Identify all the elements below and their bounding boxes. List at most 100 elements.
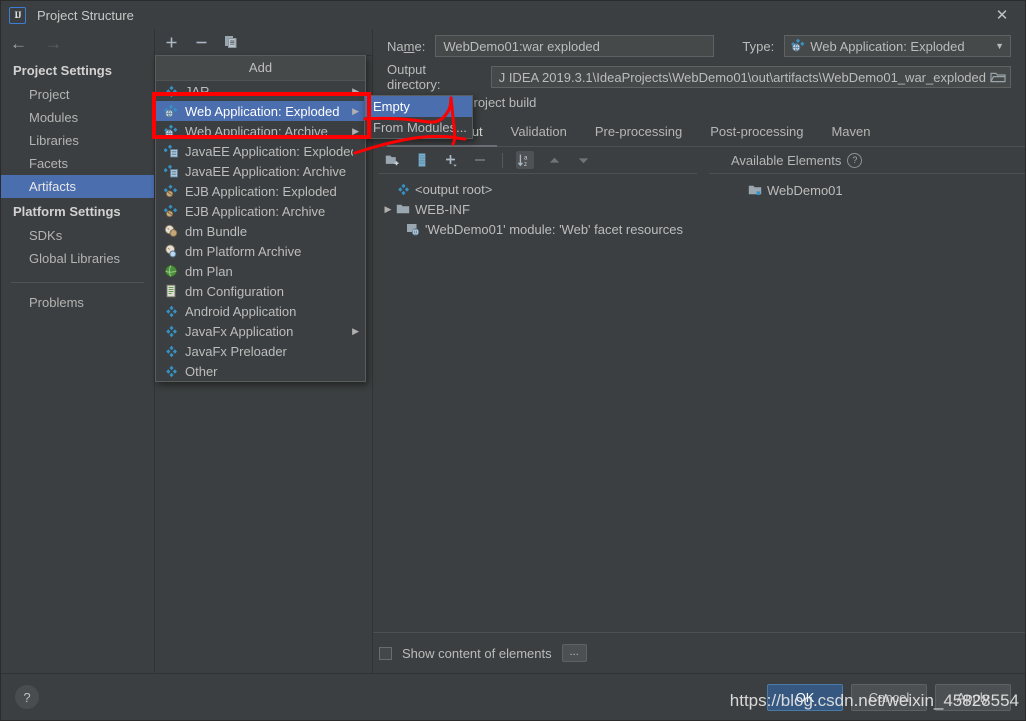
menu-item-label: dm Plan — [185, 263, 233, 279]
sidebar-item-global-libraries[interactable]: Global Libraries — [1, 247, 154, 270]
artifact-toolbar — [155, 29, 372, 56]
menu-item-jar[interactable]: JAR ▶ — [156, 81, 365, 101]
tree-row[interactable]: <output root> — [379, 179, 697, 199]
dm-bundle-icon — [163, 223, 179, 239]
menu-item-ejb-application-exploded[interactable]: EJB Application: Exploded — [156, 181, 365, 201]
forward-arrow-icon[interactable]: → — [45, 35, 62, 52]
artifacts-list-column: Add JAR ▶ Web Application: Exploded ▶ We… — [155, 29, 473, 673]
remove-artifact-icon[interactable] — [193, 34, 209, 50]
tree-row-label: 'WebDemo01' module: 'Web' facet resource… — [425, 221, 684, 237]
add-artifact-icon[interactable] — [163, 34, 179, 50]
sidebar-group-project-settings: Project Settings — [13, 63, 112, 78]
more-options-button[interactable]: ... — [561, 644, 587, 662]
menu-item-other[interactable]: Other — [156, 361, 365, 381]
submenu-item-from-modules[interactable]: From Modules... — [365, 117, 472, 138]
menu-item-web-application-exploded[interactable]: Web Application: Exploded ▶ — [156, 101, 365, 121]
sidebar-item-sdks[interactable]: SDKs — [1, 224, 154, 247]
sidebar-item-libraries[interactable]: Libraries — [1, 129, 154, 152]
svg-text:z: z — [524, 162, 527, 168]
menu-item-android-application[interactable]: Android Application — [156, 301, 365, 321]
help-button[interactable]: ? — [15, 685, 39, 709]
sidebar-item-problems[interactable]: Problems — [1, 291, 154, 314]
menu-item-javaee-application-archive[interactable]: JavaEE Application: Archive — [156, 161, 365, 181]
available-elements-title: Available Elements — [731, 152, 842, 168]
menu-item-dm-bundle[interactable]: dm Bundle — [156, 221, 365, 241]
move-up-icon[interactable] — [545, 151, 563, 169]
browse-folder-icon[interactable] — [990, 70, 1006, 84]
help-icon[interactable]: ? — [847, 152, 863, 168]
menu-item-label: dm Configuration — [185, 283, 284, 299]
sidebar-item-project[interactable]: Project — [1, 83, 154, 106]
intellij-logo-icon: IJ — [9, 6, 26, 24]
tree-row[interactable]: 'WebDemo01' module: 'Web' facet resource… — [379, 219, 697, 239]
menu-item-javafx-preloader[interactable]: JavaFx Preloader — [156, 341, 365, 361]
jar-icon — [163, 343, 179, 359]
tree-row-label: <output root> — [415, 181, 493, 197]
show-content-checkbox[interactable] — [379, 646, 392, 660]
move-down-icon[interactable] — [574, 151, 592, 169]
chevron-down-icon: ▼ — [995, 41, 1004, 51]
output-layout-toolbar: a z — [379, 147, 697, 174]
apply-button[interactable]: Apply — [935, 683, 1011, 711]
tab-post-processing[interactable]: Post-processing — [696, 121, 817, 147]
menu-item-label: dm Platform Archive — [185, 243, 302, 259]
sidebar-item-modules[interactable]: Modules — [1, 106, 154, 129]
output-directory-input[interactable]: J IDEA 2019.3.1\IdeaProjects\WebDemo01\o… — [490, 66, 1011, 88]
name-label: Name: — [387, 38, 426, 54]
dm-config-icon — [163, 283, 179, 299]
available-elements-pane: Available Elements ? WebDemo01 — [697, 147, 1025, 632]
toolbar-divider — [502, 152, 503, 168]
svg-text:a: a — [524, 155, 528, 161]
submenu-item-empty[interactable]: Empty — [365, 96, 472, 117]
menu-item-javaee-application-exploded[interactable]: JavaEE Application: Exploded — [156, 141, 365, 161]
menu-item-label: JAR — [185, 83, 210, 99]
sort-alphabetical-icon[interactable]: a z — [516, 151, 534, 169]
web-icon — [163, 123, 179, 139]
submenu-item-label: Empty — [373, 99, 410, 114]
menu-item-ejb-application-archive[interactable]: EJB Application: Archive — [156, 201, 365, 221]
sidebar-nav-arrows: ← → — [1, 29, 154, 57]
menu-item-dm-plan[interactable]: dm Plan — [156, 261, 365, 281]
menu-item-label: Other — [185, 363, 218, 379]
web-icon — [163, 103, 179, 119]
name-type-row: Name: WebDemo01:war exploded Type: Web A… — [373, 29, 1025, 63]
logo-text: IJ — [14, 10, 21, 20]
remove-element-icon[interactable] — [471, 151, 489, 169]
create-archive-icon[interactable] — [413, 151, 431, 169]
artifact-name-input[interactable]: WebDemo01:war exploded — [435, 35, 715, 57]
add-element-icon[interactable] — [442, 151, 460, 169]
title-bar: IJ Project Structure ✕ — [1, 1, 1025, 29]
list-item[interactable]: WebDemo01 — [745, 180, 1025, 200]
cancel-button[interactable]: Cancel — [851, 683, 927, 711]
sidebar-group-platform-settings: Platform Settings — [13, 204, 121, 219]
tab-pre-processing[interactable]: Pre-processing — [581, 121, 696, 147]
jar-icon — [163, 363, 179, 379]
javaee-icon — [163, 163, 179, 179]
menu-item-dm-platform-archive[interactable]: dm Platform Archive — [156, 241, 365, 261]
menu-item-label: Web Application: Archive — [185, 123, 328, 139]
facet-icon — [405, 221, 421, 237]
available-elements-tree: WebDemo01 — [709, 174, 1025, 200]
ok-button[interactable]: OK — [767, 683, 843, 711]
project-structure-dialog: IJ Project Structure ✕ ← → Project Setti… — [0, 0, 1026, 721]
tab-maven[interactable]: Maven — [817, 121, 884, 147]
menu-item-dm-configuration[interactable]: dm Configuration — [156, 281, 365, 301]
menu-item-web-application-archive[interactable]: Web Application: Archive ▶ — [156, 121, 365, 141]
back-arrow-icon[interactable]: ← — [10, 35, 27, 52]
dialog-body: ← → Project Settings Project Modules Lib… — [1, 29, 1025, 673]
tree-twisty[interactable]: ▶ — [381, 204, 395, 215]
window-title: Project Structure — [37, 7, 134, 23]
artifact-type-select[interactable]: Web Application: Exploded ▼ — [784, 35, 1011, 57]
menu-item-label: JavaEE Application: Exploded — [185, 143, 353, 159]
close-icon[interactable]: ✕ — [979, 1, 1025, 29]
sidebar-item-artifacts[interactable]: Artifacts — [1, 175, 154, 198]
available-elements-header: Available Elements ? — [709, 147, 1025, 174]
jar-icon — [163, 83, 179, 99]
sidebar-item-facets[interactable]: Facets — [1, 152, 154, 175]
tree-row[interactable]: ▶ WEB-INF — [379, 199, 697, 219]
create-directory-icon[interactable] — [384, 151, 402, 169]
tab-validation[interactable]: Validation — [497, 121, 581, 147]
menu-item-javafx-application[interactable]: JavaFx Application ▶ — [156, 321, 365, 341]
copy-artifact-icon[interactable] — [223, 34, 239, 50]
artifact-type-value: Web Application: Exploded — [810, 38, 965, 54]
